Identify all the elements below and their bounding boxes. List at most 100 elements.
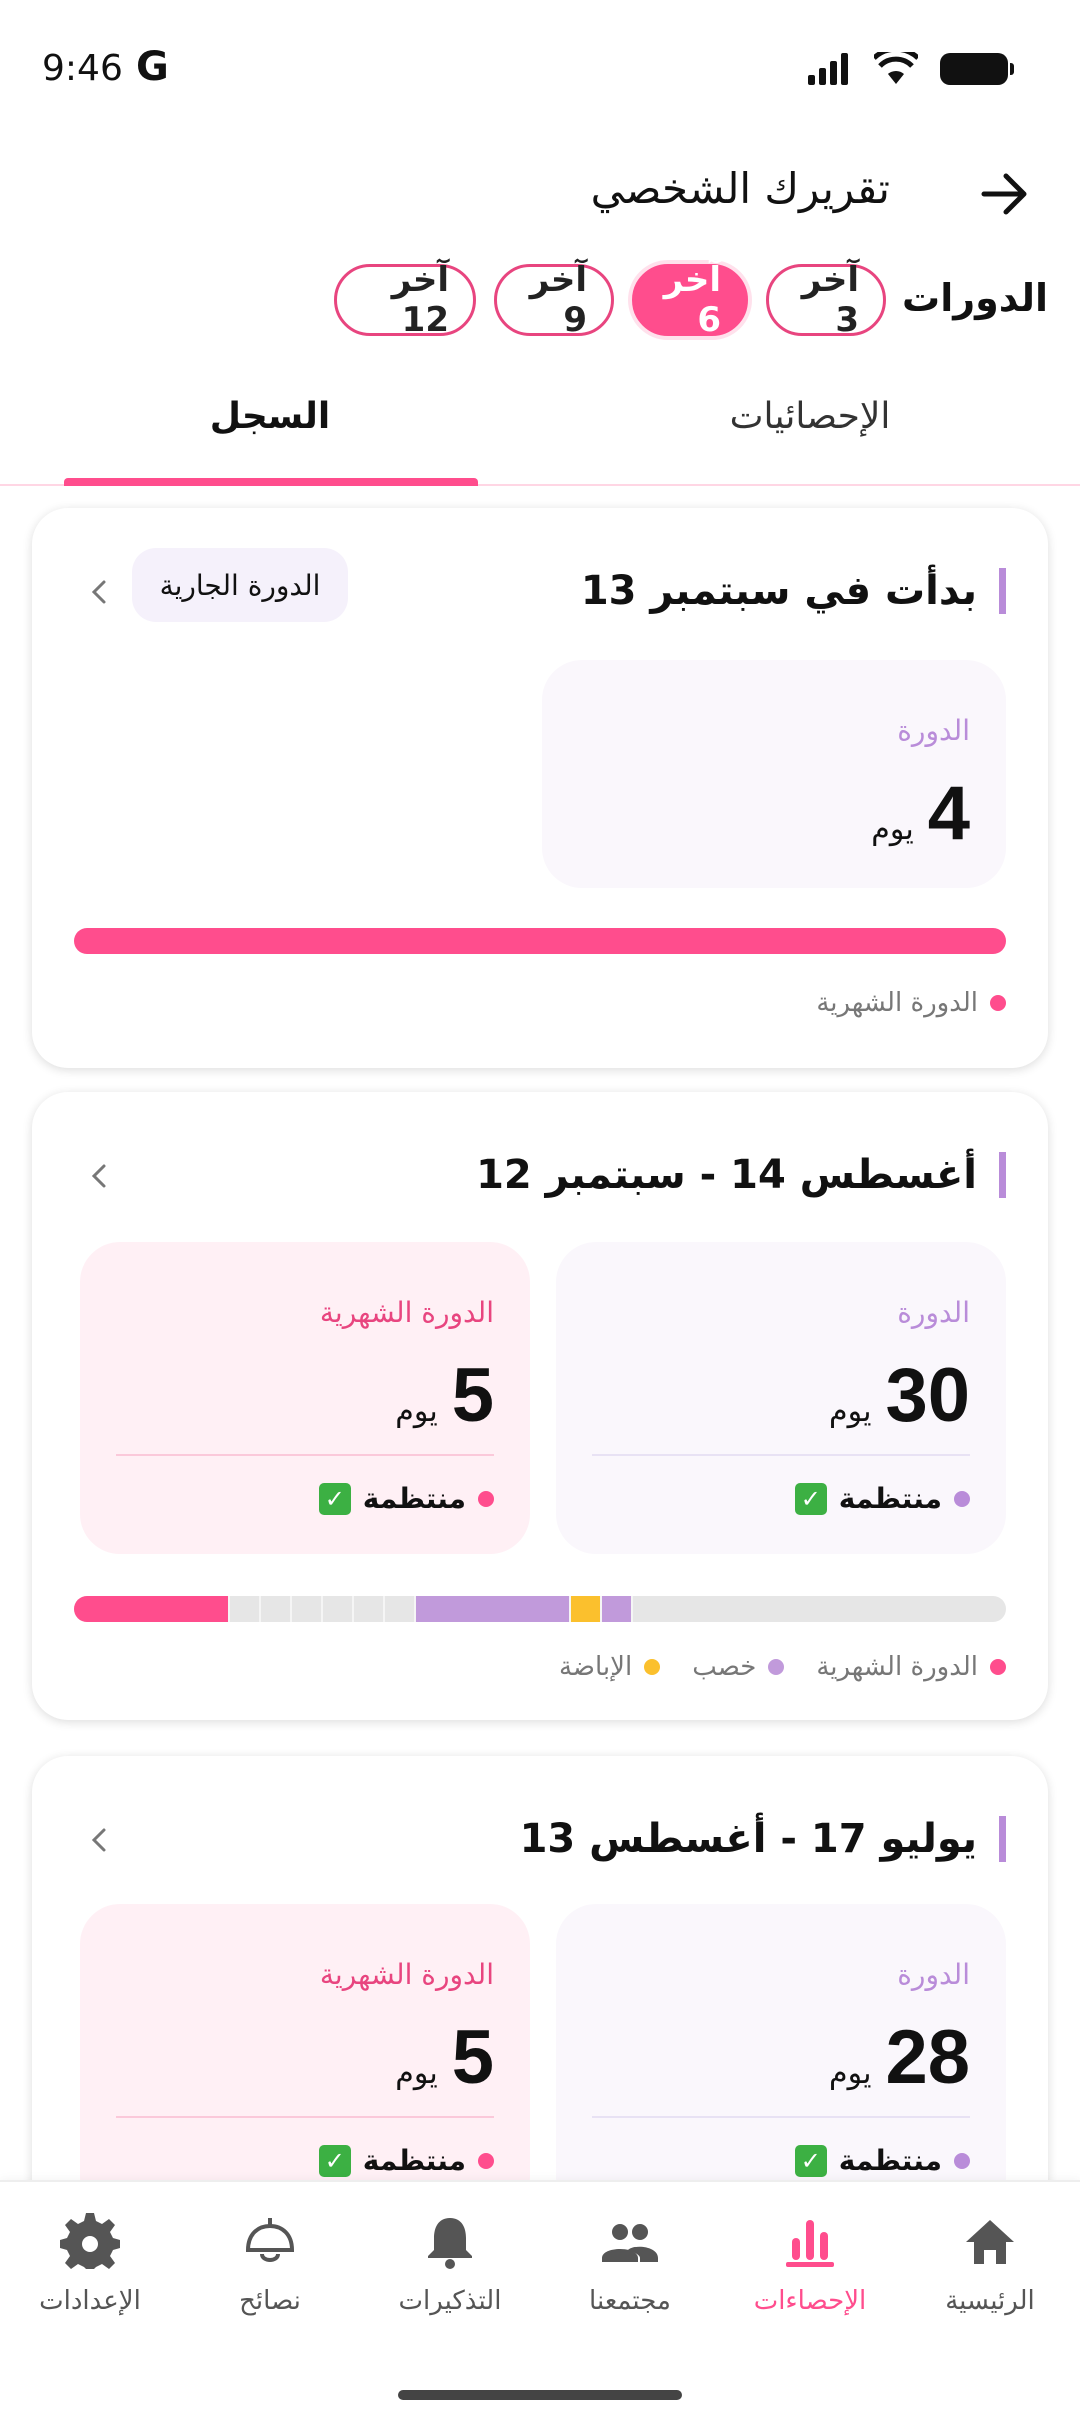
- stat-number: 5: [451, 2015, 494, 2100]
- nav-community[interactable]: مجتمعنا: [540, 2210, 720, 2316]
- back-arrow-icon[interactable]: [976, 166, 1032, 222]
- cycle-day-bar: [74, 1596, 1006, 1622]
- stat-number: 28: [885, 2015, 970, 2100]
- nav-home[interactable]: الرئيسية: [900, 2210, 1080, 2316]
- status-time: 9:46: [42, 48, 123, 89]
- header: تقريرك الشخصي: [0, 150, 1080, 240]
- fertile-segment: [416, 1596, 571, 1622]
- cycle-card-jul-aug[interactable]: يوليو 17 - أغسطس 13 الدورة 28 يوم منتظمة…: [32, 1756, 1048, 2180]
- current-cycle-badge: الدورة الجارية: [132, 548, 348, 622]
- cycle-chips: آخر 3 آخر 6 آخر 9 آخر 12: [334, 260, 886, 340]
- stat-unit: يوم: [829, 2056, 872, 2091]
- period-dot: [990, 995, 1006, 1011]
- tabs: الإحصائيات السجل: [0, 372, 1080, 486]
- fertile-dot: [768, 1659, 785, 1675]
- status-text: منتظمة: [838, 2144, 942, 2177]
- nav-label: الإحصاءات: [753, 2286, 867, 2316]
- bar-chart-icon: [786, 2220, 834, 2267]
- neutral-segment: [292, 1596, 323, 1622]
- stat-number: 30: [885, 1353, 970, 1438]
- home-icon: [966, 2220, 1014, 2264]
- stat-label: الدورة الشهرية: [319, 1296, 494, 1329]
- gear-icon: [60, 2213, 120, 2269]
- cycle-progress-bar: [74, 928, 1006, 954]
- nav-statistics[interactable]: الإحصاءات: [720, 2210, 900, 2316]
- divider: [592, 2116, 970, 2118]
- nav-settings[interactable]: الإعدادات: [0, 2210, 180, 2316]
- check-icon: ✓: [794, 2144, 827, 2177]
- page-title: تقريرك الشخصي: [590, 164, 890, 213]
- divider: [116, 2116, 494, 2118]
- status-text: منتظمة: [362, 2144, 466, 2177]
- stat-value: 30 يوم: [829, 1352, 970, 1439]
- signal-icon: [808, 53, 848, 85]
- stat-value: 5 يوم: [395, 1352, 494, 1439]
- neutral-segment: [261, 1596, 292, 1622]
- stat-value: 5 يوم: [395, 2014, 494, 2101]
- period-length-box: الدورة الشهرية 5 يوم منتظمة ✓: [80, 1242, 530, 1554]
- regularity-status: منتظمة ✓: [794, 2144, 970, 2177]
- cycles-label: الدورات: [902, 276, 1048, 320]
- period-dot: [990, 1659, 1006, 1675]
- nav-label: الرئيسية: [945, 2286, 1035, 2316]
- check-icon: ✓: [318, 2144, 351, 2177]
- google-icon: G: [136, 44, 169, 90]
- neutral-segment: [323, 1596, 354, 1622]
- chip-last-12[interactable]: آخر 12: [334, 260, 476, 340]
- cycle-length-box: الدورة 30 يوم منتظمة ✓: [556, 1242, 1006, 1554]
- nav-reminders[interactable]: التذكيرات: [360, 2210, 540, 2316]
- regularity-status: منتظمة ✓: [318, 2144, 494, 2177]
- status-text: منتظمة: [838, 1482, 942, 1515]
- nav-label: نصائح: [239, 2286, 301, 2316]
- battery-icon: [940, 53, 1014, 85]
- chip-last-9[interactable]: آخر 9: [494, 260, 614, 340]
- status-bar: 9:46 G: [0, 0, 1080, 140]
- status-icons: [808, 52, 1014, 86]
- cycle-card-current[interactable]: بدأت في سبتمبر 13 الدورة الجارية الدورة …: [32, 508, 1048, 1068]
- legend-label: الإباضة: [558, 1652, 633, 1682]
- legend: الدورة الشهرية خصب الإباضة: [559, 1652, 1006, 1682]
- chip-last-6[interactable]: آخر 6: [632, 260, 748, 340]
- period-segment: [74, 1596, 230, 1622]
- chevron-left-icon[interactable]: [86, 1822, 110, 1858]
- chevron-left-icon[interactable]: [86, 574, 110, 610]
- tab-history[interactable]: السجل: [70, 396, 470, 437]
- chip-last-3[interactable]: آخر 3: [766, 260, 886, 340]
- status-dot: [478, 2152, 494, 2169]
- stat-label: الدورة: [897, 1958, 970, 1991]
- divider: [592, 1454, 970, 1456]
- stat-label: الدورة: [897, 714, 970, 747]
- lamp-icon: [245, 2218, 295, 2262]
- stat-number: 5: [451, 1353, 494, 1438]
- bell-icon: [428, 2218, 472, 2269]
- legend-fertile: خصب: [692, 1652, 785, 1682]
- stat-label: الدورة الشهرية: [319, 1958, 494, 1991]
- status-text: منتظمة: [362, 1482, 466, 1515]
- card-title: بدأت في سبتمبر 13: [581, 568, 1006, 614]
- stat-unit: يوم: [829, 1394, 872, 1429]
- people-icon: [602, 2224, 658, 2262]
- status-dot: [954, 1490, 970, 1507]
- chevron-left-icon[interactable]: [86, 1158, 110, 1194]
- history-list[interactable]: بدأت في سبتمبر 13 الدورة الجارية الدورة …: [0, 490, 1080, 2180]
- cycle-card-aug-sep[interactable]: أغسطس 14 - سبتمبر 12 الدورة 30 يوم منتظم…: [32, 1092, 1048, 1720]
- legend-label: الدورة الشهرية: [816, 1652, 978, 1682]
- stat-number: 4: [927, 771, 970, 856]
- nav-tips[interactable]: نصائح: [180, 2210, 360, 2316]
- stat-value: 4 يوم: [871, 770, 970, 857]
- tab-statistics[interactable]: الإحصائيات: [610, 396, 1010, 437]
- check-icon: ✓: [794, 1482, 827, 1515]
- regularity-status: منتظمة ✓: [318, 1482, 494, 1515]
- stat-unit: يوم: [395, 2056, 438, 2091]
- stat-value: 28 يوم: [829, 2014, 970, 2101]
- nav-label: التذكيرات: [398, 2286, 502, 2316]
- legend-period: الدورة الشهرية: [816, 988, 1006, 1018]
- bottom-nav: الرئيسية الإحصاءات مجتمعنا التذكيرات نصا…: [0, 2180, 1080, 2424]
- legend-ovulation: الإباضة: [558, 1652, 661, 1682]
- home-indicator[interactable]: [398, 2390, 682, 2400]
- neutral-segment: [385, 1596, 416, 1622]
- stat-unit: يوم: [871, 812, 914, 847]
- stat-label: الدورة: [897, 1296, 970, 1329]
- check-icon: ✓: [318, 1482, 351, 1515]
- tab-indicator: [64, 478, 478, 486]
